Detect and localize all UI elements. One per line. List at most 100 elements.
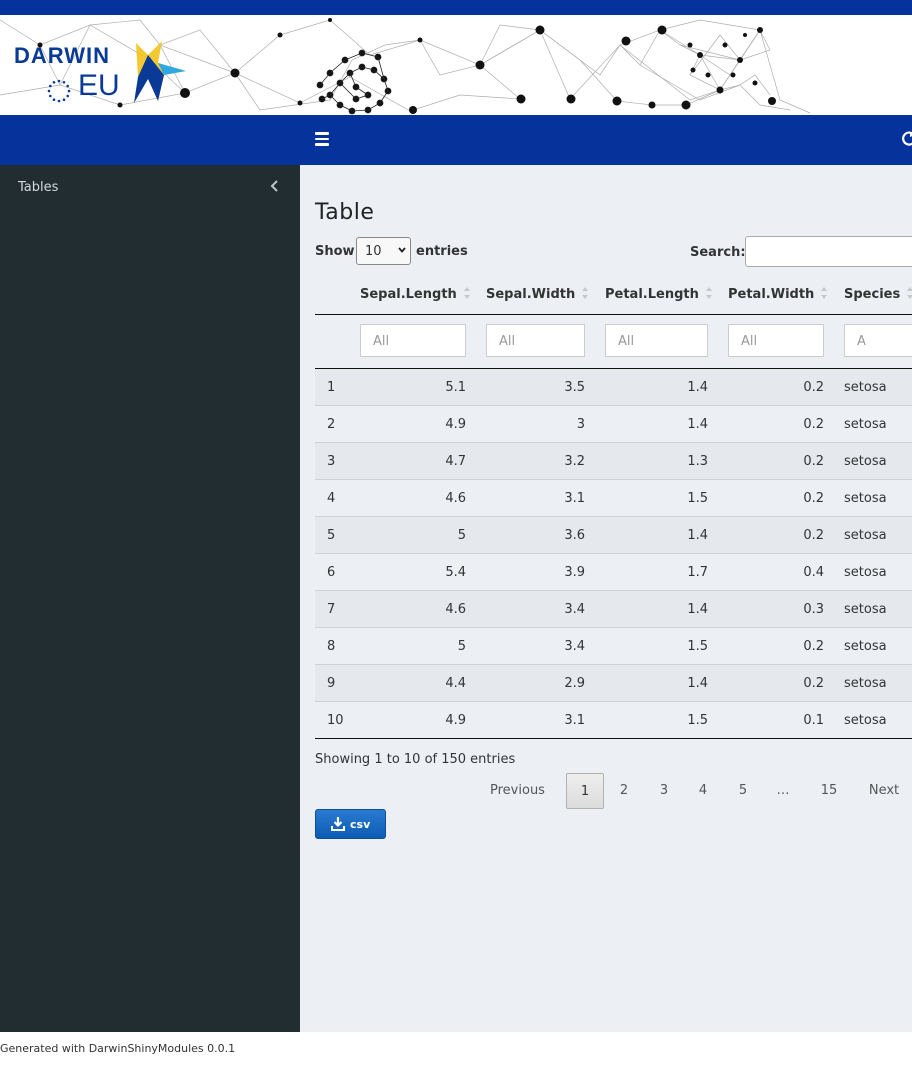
table-row[interactable]: 5 5 3.6 1.4 0.2 setosa [315, 517, 912, 554]
table-row[interactable]: 3 4.7 3.2 1.3 0.2 setosa [315, 443, 912, 480]
filter-petal-width[interactable]: All [728, 324, 824, 357]
table-cell: 5 [457, 528, 466, 543]
table-cell: 1.7 [687, 565, 708, 580]
sort-icon [582, 287, 589, 299]
column-header-sepal-length[interactable]: Sepal.Length [360, 286, 471, 302]
table-cell: 0.2 [803, 676, 824, 691]
filter-sepal-length[interactable]: All [360, 324, 466, 357]
logo-star-icon [134, 41, 186, 103]
column-header-petal-length[interactable]: Petal.Length [605, 286, 713, 302]
hamburger-icon[interactable] [315, 132, 329, 148]
column-header-sepal-width[interactable]: Sepal.Width [486, 286, 589, 302]
search-input[interactable] [745, 236, 912, 267]
table-row[interactable]: 4 4.6 3.1 1.5 0.2 setosa [315, 480, 912, 517]
table-cell: 8 [327, 639, 336, 654]
chevron-down-icon [398, 247, 406, 253]
table-cell: 1.4 [687, 676, 708, 691]
table-cell: 1.4 [687, 380, 708, 395]
table-row[interactable]: 2 4.9 3 1.4 0.2 setosa [315, 406, 912, 443]
table-cell: 0.2 [803, 454, 824, 469]
table-row[interactable]: 7 4.6 3.4 1.4 0.3 setosa [315, 591, 912, 628]
table-filter-row: All All All All A [315, 314, 912, 369]
filter-species[interactable]: A [844, 324, 912, 357]
logo-text-eu: EU [78, 69, 120, 102]
table-cell: 3.1 [564, 713, 585, 728]
sidebar: Tables [0, 165, 300, 1032]
table-cell: 4.9 [445, 417, 466, 432]
table-cell: 0.1 [803, 713, 824, 728]
table-cell: 10 [327, 713, 344, 728]
pagination-previous[interactable]: Previous [485, 773, 550, 809]
table-header-row: Sepal.Length Sepal.Width Petal.Length Pe… [315, 274, 912, 315]
footer-text: Generated with DarwinShinyModules 0.0.1 [0, 1042, 236, 1055]
table-cell: 4.4 [445, 676, 466, 691]
table-cell: 1.4 [687, 528, 708, 543]
table-cell: 7 [327, 602, 336, 617]
column-header-species[interactable]: Species [844, 286, 912, 302]
pagination-page-5[interactable]: 5 [725, 773, 761, 809]
table-row[interactable]: 8 5 3.4 1.5 0.2 setosa [315, 628, 912, 665]
table-cell: setosa [844, 454, 887, 469]
table-cell: setosa [844, 602, 887, 617]
csv-button-label: csv [350, 818, 371, 831]
search-label: Search: [690, 245, 746, 260]
table-cell: 4.9 [445, 713, 466, 728]
table-cell: 2 [327, 417, 336, 432]
table-cell: 3.6 [564, 528, 585, 543]
page-length-select[interactable]: 10 [356, 237, 411, 265]
sort-icon [705, 287, 712, 299]
table-cell: 0.2 [803, 417, 824, 432]
table-cell: 3 [327, 454, 336, 469]
table-cell: 1.5 [687, 491, 708, 506]
table-cell: setosa [844, 491, 887, 506]
column-header-petal-width[interactable]: Petal.Width [728, 286, 828, 302]
table-cell: 1.3 [687, 454, 708, 469]
darwin-eu-logo: DARWIN EU [14, 41, 194, 105]
table-cell: 0.2 [803, 639, 824, 654]
table-row[interactable]: 1 5.1 3.5 1.4 0.2 setosa [315, 369, 912, 406]
table-cell: 6 [327, 565, 336, 580]
table-row[interactable]: 10 4.9 3.1 1.5 0.1 setosa [315, 702, 912, 739]
table-cell: 5 [457, 639, 466, 654]
pagination-page-15[interactable]: 15 [810, 773, 848, 809]
sort-icon [821, 287, 828, 299]
table-cell: 3 [576, 417, 585, 432]
table-cell: 4.6 [445, 602, 466, 617]
download-icon [331, 817, 345, 831]
table-cell: 3.4 [564, 639, 585, 654]
table-cell: 3.5 [564, 380, 585, 395]
pagination-page-3[interactable]: 3 [646, 773, 682, 809]
filter-petal-length[interactable]: All [605, 324, 708, 357]
table-cell: setosa [844, 639, 887, 654]
pagination-next[interactable]: Next [863, 773, 905, 809]
filter-sepal-width[interactable]: All [486, 324, 585, 357]
table-cell: 0.4 [803, 565, 824, 580]
eu-stars-icon [47, 79, 71, 103]
table-cell: setosa [844, 380, 887, 395]
table-info: Showing 1 to 10 of 150 entries [315, 752, 516, 767]
table-row[interactable]: 6 5.4 3.9 1.7 0.4 setosa [315, 554, 912, 591]
sidebar-item-label: Tables [18, 180, 59, 195]
table-cell: 3.4 [564, 602, 585, 617]
table-cell: 0.2 [803, 491, 824, 506]
main-content: Table Show 10 entries Search: Sepal.Leng… [300, 165, 912, 1032]
top-navbar [0, 115, 912, 165]
table-cell: 3.1 [564, 491, 585, 506]
table-cell: 1.5 [687, 713, 708, 728]
pagination-page-2[interactable]: 2 [606, 773, 642, 809]
sidebar-item-tables[interactable]: Tables [0, 165, 300, 209]
logo-text-darwin: DARWIN [14, 43, 111, 68]
pagination-ellipsis: … [776, 783, 790, 798]
csv-download-button[interactable]: csv [315, 809, 386, 839]
table-row[interactable]: 9 4.4 2.9 1.4 0.2 setosa [315, 665, 912, 702]
sort-icon [907, 287, 912, 299]
refresh-icon[interactable] [900, 130, 912, 148]
table-cell: 1 [327, 380, 336, 395]
table-cell: setosa [844, 417, 887, 432]
sort-icon [463, 287, 470, 299]
table-cell: setosa [844, 528, 887, 543]
table-cell: 1.4 [687, 417, 708, 432]
pagination-page-4[interactable]: 4 [685, 773, 721, 809]
pagination-page-1[interactable]: 1 [566, 773, 604, 809]
table-cell: 5 [327, 528, 336, 543]
